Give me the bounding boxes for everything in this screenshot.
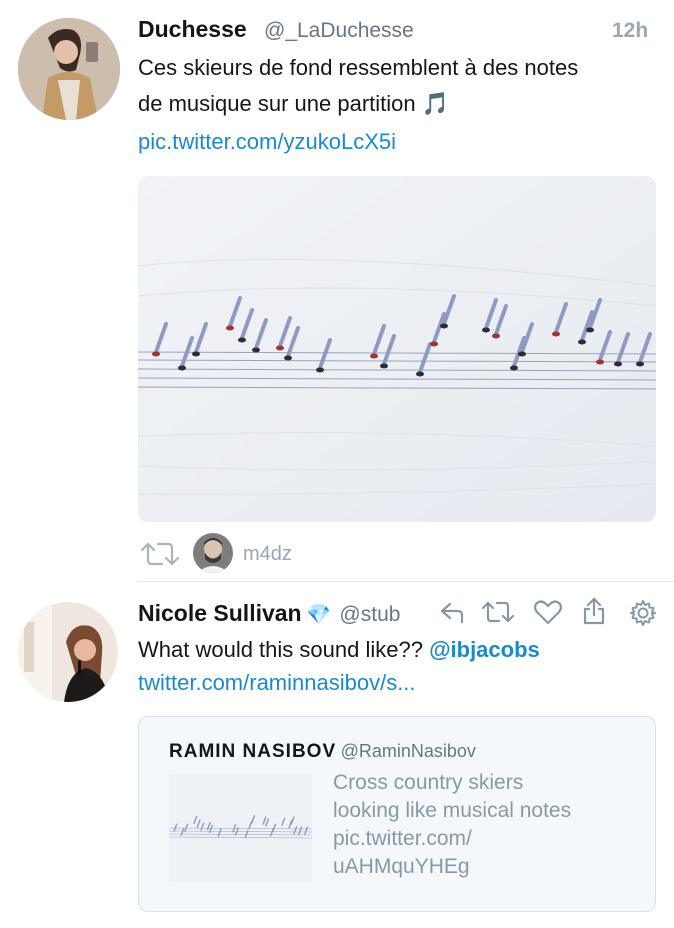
tweet1-author-name[interactable]: Duchesse — [138, 16, 247, 43]
tweet2-text: What would this sound like?? @ibjacobs — [138, 632, 540, 667]
skier — [276, 345, 284, 351]
skier — [510, 365, 518, 371]
tweet2-text-content: What would this sound like?? — [138, 637, 423, 662]
avatar-m4dz[interactable] — [193, 533, 233, 573]
tweet2-quoted-link[interactable]: twitter.com/raminnasibov/s... — [138, 670, 416, 696]
retweet-action-icon[interactable] — [480, 598, 516, 626]
tweet-divider — [138, 581, 674, 582]
skier — [238, 337, 246, 343]
skier — [370, 353, 378, 359]
quoted-tweet-text-line: pic.twitter.com/ — [333, 827, 472, 850]
share-icon[interactable] — [580, 596, 608, 626]
skier — [284, 355, 292, 361]
quoted-tweet-text: Cross country skiers looking like musica… — [333, 769, 571, 881]
quoted-tweet-text-line: uAHMquYHEg — [333, 855, 470, 878]
skier — [430, 341, 438, 347]
skier — [152, 351, 160, 357]
tweet2-author-line: Nicole Sullivan 💎 @stub — [138, 600, 438, 630]
skier — [614, 361, 622, 367]
skier — [226, 325, 234, 331]
reply-icon[interactable] — [438, 598, 466, 626]
skier — [380, 363, 388, 369]
tweet2-mention-link[interactable]: @ibjacobs — [429, 637, 540, 662]
tweet1-text-line1: Ces skieurs de fond ressemblent à des no… — [138, 55, 579, 80]
tweet2-author-handle[interactable]: @stub — [339, 603, 400, 626]
quoted-tweet-text-line: Cross country skiers — [333, 771, 524, 794]
skier — [316, 367, 324, 373]
quoted-tweet-text-line: looking like musical notes — [333, 799, 572, 822]
skier — [518, 351, 526, 357]
skier — [192, 351, 200, 357]
skier — [552, 331, 560, 337]
quoted-tweet-author-handle[interactable]: @RaminNasibov — [341, 741, 476, 761]
retweet-icon — [138, 540, 182, 568]
diamond-badge-icon: 💎 — [306, 604, 331, 626]
avatar-duchesse[interactable] — [18, 18, 120, 120]
skier — [482, 327, 490, 333]
tweet1-author-handle[interactable]: @_LaDuchesse — [264, 19, 414, 43]
skier — [178, 365, 186, 371]
skier — [252, 347, 260, 353]
tweet1-text-line2: de musique sur une partition 🎵 — [138, 86, 449, 121]
skier — [440, 323, 448, 329]
gear-icon[interactable] — [628, 598, 658, 628]
skier — [596, 359, 604, 365]
quoted-tweet-thumbnail[interactable] — [169, 774, 312, 882]
tweet1-media-image[interactable] — [138, 176, 656, 522]
like-heart-icon[interactable] — [532, 598, 564, 626]
quoted-tweet-author-name[interactable]: RAMIN NASIBOV — [169, 741, 336, 762]
quoted-tweet-card[interactable]: RAMIN NASIBOV @RaminNasibov Cross countr… — [138, 716, 656, 912]
skier — [636, 361, 644, 367]
tweet2-author-name[interactable]: Nicole Sullivan — [138, 600, 302, 626]
quoted-tweet-header: RAMIN NASIBOV @RaminNasibov — [169, 741, 476, 763]
skier — [492, 333, 500, 339]
avatar-nicole-sullivan[interactable] — [18, 602, 118, 702]
tweet1-text-line2-content: de musique sur une partition — [138, 91, 416, 116]
tweet1-media-link[interactable]: pic.twitter.com/yzukoLcX5i — [138, 129, 396, 155]
retweeted-by-name[interactable]: m4dz — [243, 543, 292, 566]
skier — [586, 327, 594, 333]
skier — [578, 339, 586, 345]
tweet1-timestamp[interactable]: 12h — [612, 19, 648, 43]
skier — [416, 371, 424, 377]
music-note-emoji: 🎵 — [421, 91, 450, 116]
